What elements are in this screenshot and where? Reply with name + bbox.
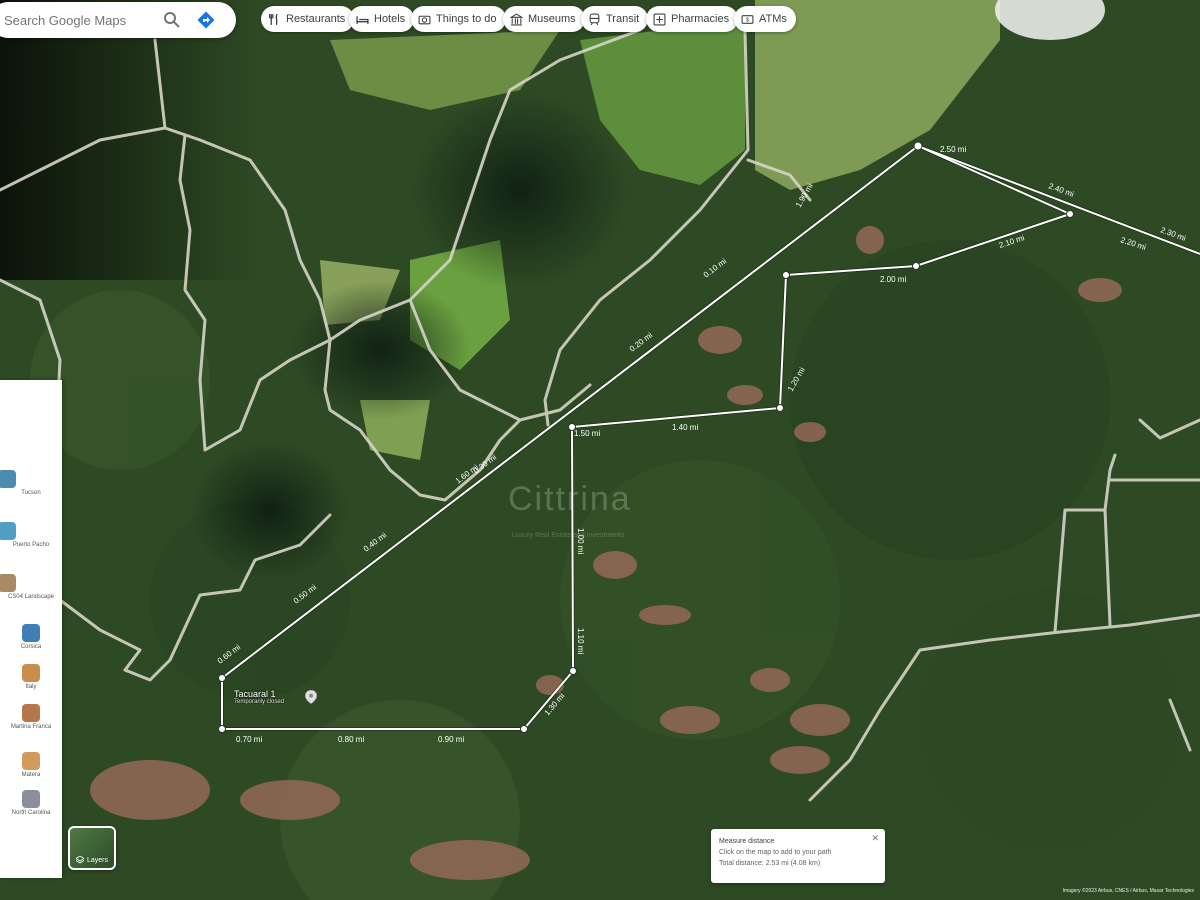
recent-places-rail: Tucson Puerto Pacho CS04 Landscape Corsi… — [0, 380, 62, 878]
place-thumbnail — [0, 470, 16, 488]
hotel-icon — [356, 15, 369, 24]
chip-label: ATMs — [759, 13, 787, 25]
place-thumbnail — [22, 624, 40, 642]
chip-pharmacies[interactable]: Pharmacies — [646, 6, 739, 32]
directions-icon[interactable] — [196, 10, 216, 30]
recent-place-item[interactable]: North Carolina — [4, 790, 58, 817]
watermark-tagline: Luxury Real Estate and Investments — [512, 532, 625, 539]
chip-transit[interactable]: Transit — [581, 6, 649, 32]
layers-label: Layers — [87, 856, 109, 864]
chip-restaurants[interactable]: Restaurants — [261, 6, 355, 32]
museum-icon — [510, 12, 523, 25]
segment-distance-label: 2.50 mi — [940, 145, 966, 154]
recent-place-item[interactable]: CS04 Landscape — [0, 574, 58, 601]
chip-label: Restaurants — [286, 13, 346, 25]
recent-place-item[interactable]: Martina Franca — [4, 704, 58, 731]
layers-icon — [76, 856, 84, 864]
chip-label: Hotels — [374, 13, 406, 25]
segment-distance-label: 0.90 mi — [438, 735, 464, 744]
measure-distance-card: ✕ Measure distance Click on the map to a… — [711, 829, 885, 883]
place-thumbnail — [0, 522, 16, 540]
recent-place-item[interactable]: Corsica — [4, 624, 58, 651]
chip-label: Transit — [606, 13, 640, 25]
recent-place-label: Puerto Pacho — [12, 542, 50, 548]
segment-distance-label: 2.00 mi — [880, 275, 906, 284]
recent-place-item[interactable]: Matera — [4, 752, 58, 779]
recent-place-item[interactable]: Italy — [4, 664, 58, 691]
place-thumbnail — [22, 752, 40, 770]
place-thumbnail — [22, 704, 40, 722]
search-input[interactable] — [4, 12, 154, 28]
place-label[interactable]: Tacuaral 1 Temporarily closed — [234, 689, 284, 705]
map-pin-icon[interactable] — [305, 690, 317, 704]
chip-hotels[interactable]: Hotels — [349, 6, 415, 32]
segment-distance-label: 1.50 mi — [574, 429, 600, 438]
layers-button[interactable]: Layers — [68, 826, 116, 870]
satellite-map[interactable]: 2.50 mi 2.40 mi 2.30 mi 2.20 mi 2.10 mi 2.00 … — [0, 0, 1200, 900]
chip-label: Museums — [528, 13, 576, 25]
segment-distance-label: 0.80 mi — [338, 735, 364, 744]
restaurant-icon — [268, 13, 278, 25]
recent-place-label: North Carolina — [11, 810, 51, 816]
watermark-logo: Cittrina — [508, 480, 632, 518]
chip-things-to-do[interactable]: Things to do — [411, 6, 506, 32]
pharmacy-icon — [653, 13, 666, 25]
measure-total: Total distance: 2.53 mi (4.08 km) — [719, 860, 821, 867]
close-icon[interactable]: ✕ — [871, 833, 879, 844]
recent-place-item[interactable]: Tucson — [0, 470, 58, 497]
recent-place-label: Corsica — [20, 644, 42, 650]
search-icon[interactable] — [162, 10, 182, 30]
camera-icon — [418, 15, 431, 24]
atm-icon: $ — [741, 14, 754, 24]
search-box[interactable] — [0, 2, 236, 38]
segment-distance-label: 0.70 mi — [236, 735, 262, 744]
chip-label: Pharmacies — [671, 13, 730, 25]
recent-place-label: Matera — [21, 772, 41, 778]
recent-place-label: Italy — [25, 684, 37, 690]
place-status: Temporarily closed — [234, 699, 285, 705]
place-name: Tacuaral 1 — [234, 689, 276, 699]
transit-icon — [589, 13, 600, 25]
measure-title: Measure distance — [719, 838, 775, 845]
chip-museums[interactable]: Museums — [503, 6, 585, 32]
place-thumbnail — [22, 664, 40, 682]
recent-place-label: CS04 Landscape — [7, 594, 55, 600]
recent-place-item[interactable]: Puerto Pacho — [0, 522, 58, 549]
recent-place-label: Martina Franca — [10, 724, 52, 730]
chip-label: Things to do — [436, 13, 497, 25]
place-thumbnail — [0, 574, 16, 592]
place-thumbnail — [22, 790, 40, 808]
chip-atms[interactable]: $ ATMs — [734, 6, 796, 32]
measure-hint: Click on the map to add to your path — [719, 849, 832, 856]
segment-distance-label: 1.10 mi — [576, 628, 585, 654]
imagery-attribution: Imagery ©2023 Airbus, CNES / Airbus, Max… — [1062, 888, 1194, 894]
svg-text:$: $ — [746, 17, 749, 23]
segment-distance-label: 1.40 mi — [672, 423, 698, 432]
satellite-imagery[interactable]: 2.50 mi2.40 mi2.30 mi2.20 mi2.10 mi2.00 … — [0, 0, 1200, 900]
recent-place-label: Tucson — [21, 490, 41, 496]
